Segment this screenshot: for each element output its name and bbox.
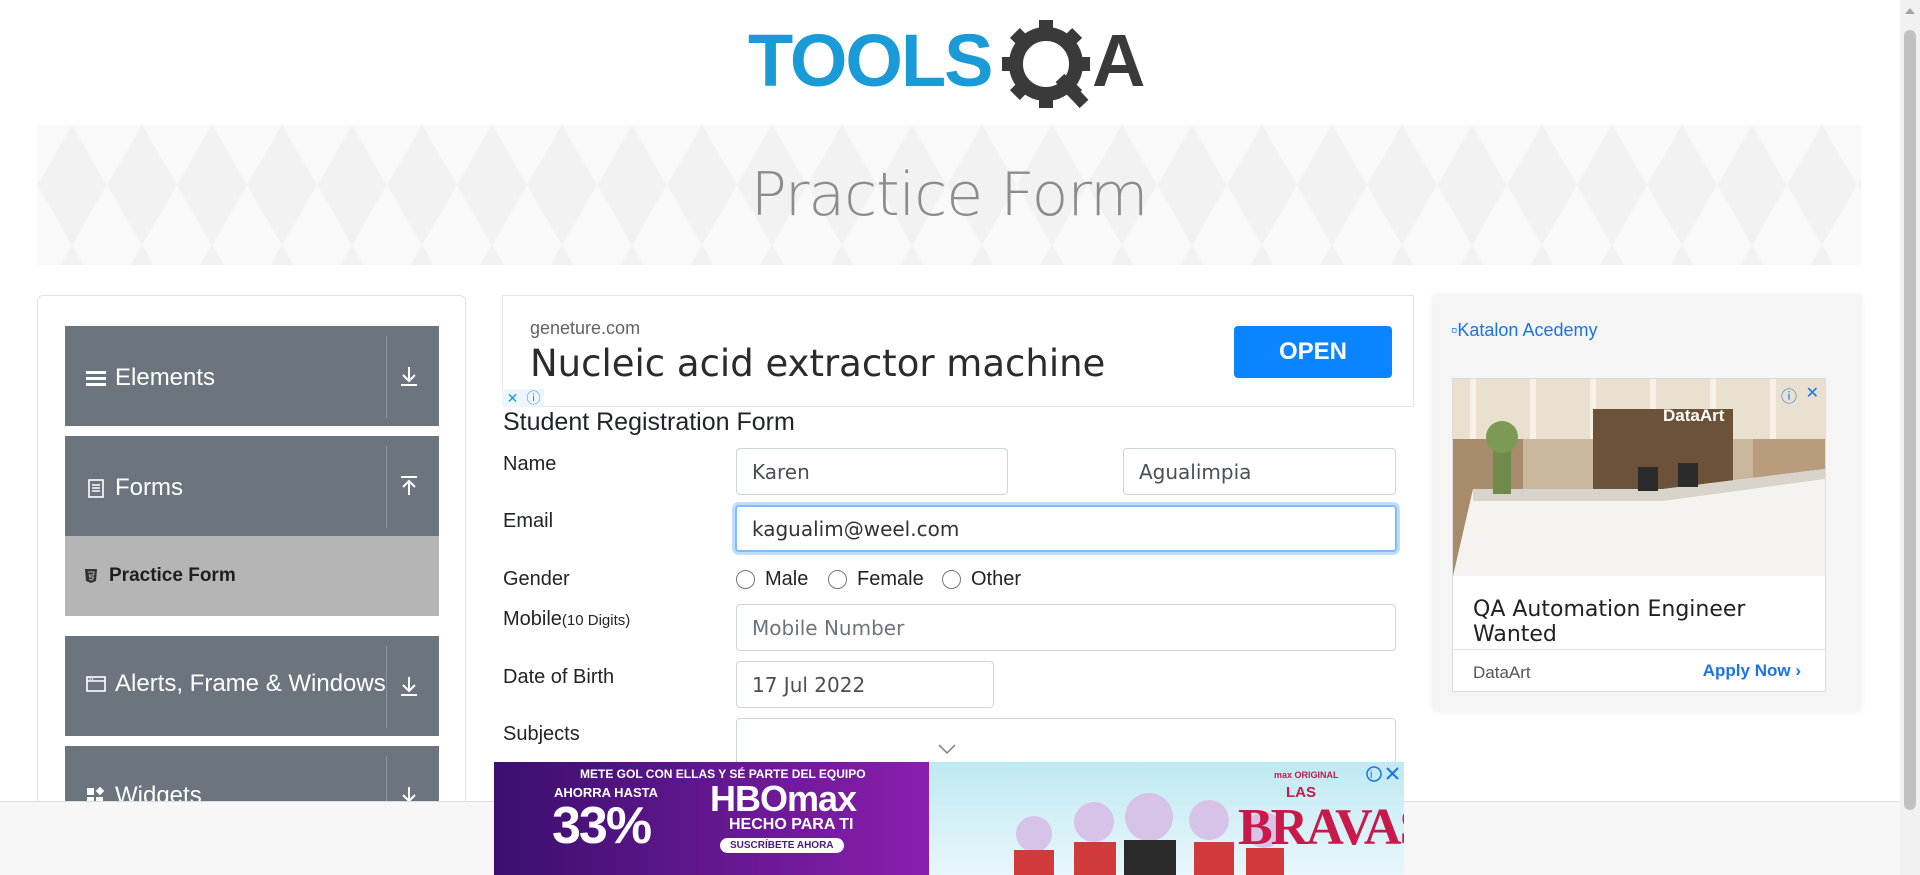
- form-title: Student Registration Form: [503, 408, 795, 436]
- ad-open-button[interactable]: OPEN: [1234, 326, 1392, 378]
- gender-radio-female[interactable]: Female: [828, 568, 924, 591]
- svg-text:DataArt: DataArt: [1663, 406, 1725, 425]
- expand-arrow-icon[interactable]: [389, 326, 429, 426]
- sidebar-item-label: Practice Form: [109, 565, 236, 586]
- close-icon[interactable]: ✕: [1806, 383, 1819, 403]
- ad-domain: geneture.com: [530, 318, 641, 338]
- ad-discount: 33%: [552, 797, 652, 855]
- subjects-label: Subjects: [503, 723, 580, 745]
- hamburger-icon: [86, 371, 106, 386]
- right-advertisement[interactable]: ▫Katalon Acedemy DataArt ⓘ ✕ QA Automati…: [1433, 295, 1861, 711]
- sidebar-item-practice-form[interactable]: Practice Form: [65, 536, 439, 616]
- gender-radio-male[interactable]: Male: [736, 568, 808, 591]
- mobile-label-text: Mobile: [503, 608, 562, 630]
- scroll-up-arrow-icon[interactable]: [1905, 8, 1915, 14]
- sidebar-group-forms[interactable]: Forms: [65, 436, 439, 536]
- info-icon[interactable]: ⓘ: [523, 389, 544, 407]
- svg-text:i: i: [1370, 769, 1372, 781]
- toolsqa-logo[interactable]: TOOLS A: [748, 16, 1158, 114]
- subjects-input[interactable]: [736, 718, 1396, 768]
- apply-now-link[interactable]: Apply Now ›: [1703, 661, 1801, 681]
- last-name-input[interactable]: [1123, 448, 1396, 495]
- ad-headline[interactable]: Nucleic acid extractor machine: [530, 342, 1105, 385]
- page-title: Practice Form: [750, 160, 1149, 230]
- broken-image-alt: Katalon Acedemy: [1457, 320, 1598, 340]
- ad-tagline: HECHO PARA TI: [729, 816, 854, 833]
- mobile-label: Mobile(10 Digits): [503, 608, 630, 631]
- sidebar-group-label: Forms: [115, 474, 183, 501]
- sidebar: Elements Forms Practice Form Alerts, Fra…: [37, 295, 466, 875]
- apply-now-label: Apply Now: [1702, 661, 1791, 680]
- svg-text:A: A: [1092, 19, 1145, 102]
- info-icon[interactable]: ⓘ: [1781, 383, 1797, 407]
- radio-label: Female: [857, 568, 924, 590]
- radio-button[interactable]: [736, 570, 755, 589]
- sidebar-group-elements[interactable]: Elements: [65, 326, 439, 426]
- name-label: Name: [503, 453, 557, 475]
- page-banner: Practice Form: [37, 125, 1861, 265]
- mobile-hint: (10 Digits): [561, 612, 631, 629]
- ad-card-title[interactable]: QA Automation Engineer Wanted: [1473, 597, 1825, 647]
- chevron-down-icon: [938, 744, 956, 755]
- sidebar-group-label: Elements: [115, 364, 216, 391]
- radio-label: Male: [765, 568, 809, 590]
- ad-card[interactable]: DataArt ⓘ ✕ QA Automation Engineer Wante…: [1452, 378, 1826, 692]
- office-reception-photo: DataArt: [1453, 379, 1825, 576]
- dob-label: Date of Birth: [503, 666, 615, 688]
- bottom-advertisement[interactable]: i METE GOL CON ELLAS Y SÉ PARTE DEL EQUI…: [494, 762, 1404, 875]
- page-scrollbar[interactable]: [1900, 0, 1920, 875]
- gender-radio-other[interactable]: Other: [942, 568, 1021, 591]
- ad-subscribe-button[interactable]: SUSCRÍBETE AHORA: [720, 838, 844, 853]
- broken-image-link[interactable]: ▫Katalon Acedemy: [1451, 320, 1597, 341]
- ad-advertiser: DataArt: [1473, 663, 1531, 682]
- gender-label: Gender: [503, 568, 570, 590]
- mobile-input[interactable]: [736, 604, 1396, 651]
- radio-label: Other: [971, 568, 1022, 590]
- date-of-birth-input[interactable]: [736, 661, 994, 708]
- collapse-arrow-icon[interactable]: [389, 436, 429, 536]
- chevron-right-icon: ›: [1790, 661, 1801, 680]
- close-icon[interactable]: ✕: [502, 389, 523, 407]
- email-label: Email: [503, 510, 554, 532]
- ad-show-badge: max ORIGINAL: [1274, 770, 1339, 780]
- ad-brand: HBOmax: [710, 778, 857, 819]
- scrollbar-thumb[interactable]: [1904, 30, 1916, 810]
- html5-icon: [85, 569, 97, 583]
- sidebar-group-alerts[interactable]: Alerts, Frame & Windows: [65, 636, 439, 736]
- radio-button[interactable]: [942, 570, 961, 589]
- window-icon: [86, 676, 106, 692]
- ad-show-title-2: BRAVAS: [1238, 799, 1404, 856]
- ad-choices[interactable]: ✕ ⓘ: [502, 389, 544, 407]
- email-input[interactable]: [735, 505, 1397, 552]
- document-icon: [88, 479, 104, 498]
- first-name-input[interactable]: [736, 448, 1008, 495]
- radio-button[interactable]: [828, 570, 847, 589]
- sidebar-group-label: Alerts, Frame & Windows: [115, 670, 386, 697]
- top-advertisement[interactable]: geneture.com Nucleic acid extractor mach…: [502, 295, 1414, 407]
- expand-arrow-icon[interactable]: [389, 636, 429, 736]
- svg-text:TOOLS: TOOLS: [748, 19, 992, 102]
- divider: [1453, 649, 1825, 650]
